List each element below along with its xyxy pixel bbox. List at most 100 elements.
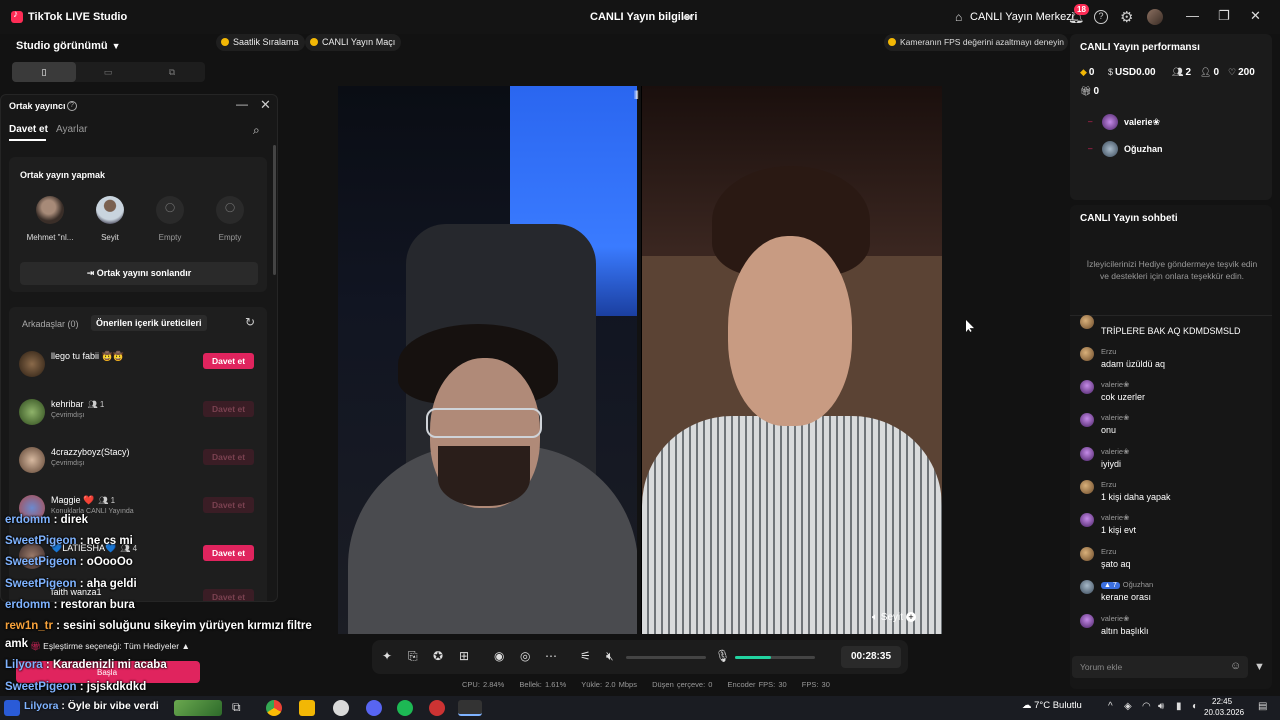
help-icon[interactable]: ? [1094, 10, 1108, 24]
layout-handle-icon[interactable]: ⦀ [634, 90, 639, 103]
microphone-icon[interactable]: 🎙︎ [715, 649, 730, 663]
comment-field: ☺ [1072, 656, 1248, 678]
home-icon[interactable]: ⌂ [955, 10, 962, 24]
video-divider [637, 86, 641, 634]
chrome-icon[interactable] [266, 700, 282, 716]
magic-wand-icon[interactable]: ✦ [382, 649, 392, 663]
wifi-icon[interactable]: ◠ [1142, 701, 1151, 712]
scene-icon[interactable]: ⊞ [459, 649, 469, 663]
widget-thumbnail[interactable] [174, 700, 222, 716]
usd-stat: $ USD0.00 [1108, 67, 1156, 78]
end-cohost-button[interactable]: ⇥ Ortak yayını sonlandır [20, 262, 258, 285]
app-icon[interactable] [429, 700, 445, 716]
cohost-title: Ortak yayıncı [9, 101, 66, 111]
likes-value: 200 [1238, 67, 1255, 78]
tab-underline [9, 139, 46, 141]
mic-level-fill [735, 656, 771, 659]
viewer-row[interactable]: – Oğuzhan [1088, 141, 1268, 159]
speaker-mute-icon[interactable]: 🔇︎ [606, 649, 614, 664]
invite-button[interactable]: Davet et [203, 401, 254, 417]
close-icon[interactable]: ✕ [1250, 8, 1261, 24]
dropped-stat: Düşen çerçeve: 0 [652, 680, 713, 689]
portrait-icon[interactable]: ▯ [12, 62, 76, 82]
usd-value: USD0.00 [1115, 67, 1156, 78]
chat-user: Lilyora [5, 659, 43, 671]
tab-suggested[interactable]: Önerilen içerik üreticileri [91, 315, 207, 331]
guest-speaker-tag[interactable]: 🔈︎ Seyit + [872, 612, 917, 623]
tiktok-studio-icon[interactable] [458, 700, 482, 716]
volume-slider[interactable] [626, 656, 706, 659]
landscape-icon[interactable]: ▭ [76, 62, 140, 82]
hourly-ranking-pill[interactable]: Saatlik Sıralama [216, 34, 305, 51]
invite-button[interactable]: Davet et [203, 545, 254, 561]
share-icon[interactable]: ➦ [683, 10, 693, 24]
studio-view-dropdown[interactable]: Studio görünümü ▼ [16, 40, 121, 52]
live-match-label: CANLI Yayın Maçı [322, 37, 396, 47]
chat-username: Erzu [1101, 347, 1117, 356]
guest-slot[interactable]: Empty [140, 196, 200, 242]
battery-icon[interactable]: ▮ [1176, 701, 1182, 712]
task-view-icon[interactable]: ⧉ [232, 700, 248, 716]
minimize-icon[interactable]: — [1186, 8, 1199, 23]
emoji-icon[interactable]: ☺ [1230, 660, 1241, 672]
spotify-icon[interactable] [397, 700, 413, 716]
app-icon[interactable] [333, 700, 349, 716]
studio-view-label: Studio görünümü [16, 40, 108, 52]
folder-icon[interactable] [299, 700, 315, 716]
live-center-link[interactable]: CANLI Yayın Merkezi [970, 11, 1074, 23]
viewer-name: Oğuzhan [1124, 144, 1163, 154]
chevron-up-icon[interactable]: ^ [1108, 701, 1113, 712]
notification-icon[interactable]: ▤ [1258, 701, 1267, 712]
minimize-icon[interactable]: — [236, 97, 248, 111]
viewer-row[interactable]: – valerie❀ [1088, 114, 1268, 132]
guest-count: 👥︎ 1 [98, 496, 116, 505]
live-info-title[interactable]: CANLI Yayın bilgileri [590, 11, 697, 23]
cloud-icon: ☁ [1022, 700, 1035, 711]
tab-settings[interactable]: Ayarlar [56, 124, 88, 135]
avatar [1080, 614, 1094, 628]
gear-icon[interactable]: ⚙ [1120, 8, 1133, 26]
guest-slot[interactable]: Mehmet "nl... [20, 196, 80, 242]
taskbar: Lilyora : Öyle bir vibe verdi ⧉ ☁ 7°C Bu… [0, 696, 1280, 720]
invite-button[interactable]: Davet et [203, 589, 254, 601]
scrollbar[interactable] [273, 145, 276, 275]
discord-icon[interactable] [366, 700, 382, 716]
avatar [1080, 480, 1094, 494]
camera-switch-icon[interactable]: ◎ [520, 649, 530, 663]
live-match-pill[interactable]: CANLI Yayın Maçı [305, 34, 402, 51]
guest-name-label: Seyit [880, 612, 904, 623]
chat-message: ▲ 7 Oğuzhan kerane orası [1078, 578, 1268, 611]
more-icon[interactable]: ⋯ [545, 649, 557, 663]
guest-slot[interactable]: Seyit [80, 196, 140, 242]
app-title: TikTok LIVE Studio [28, 11, 128, 23]
volume-icon[interactable]: 🔊︎ [1158, 701, 1164, 712]
tab-friends[interactable]: Arkadaşlar (0) [22, 319, 79, 329]
info-icon[interactable]: ? [67, 101, 77, 111]
tray-app-icon[interactable]: ◐ [1192, 701, 1198, 712]
chat-text: : aha geldi [76, 578, 137, 590]
invite-button[interactable]: Davet et [203, 449, 254, 465]
chat-message: valerie❀ cok uzerler [1078, 378, 1268, 411]
refresh-icon[interactable]: ↻ [245, 315, 255, 329]
creator-name: llego tu fabii 🤠🤠 [51, 351, 124, 361]
tab-invite[interactable]: Davet et [9, 124, 48, 135]
dual-icon[interactable]: ⧉ [140, 62, 204, 82]
record-icon[interactable]: ◉ [494, 649, 504, 663]
start-icon[interactable] [4, 700, 20, 716]
search-icon[interactable]: ⌕ [253, 123, 260, 138]
invite-button[interactable]: Davet et [203, 497, 254, 513]
sticker-icon[interactable]: ✪ [433, 649, 443, 663]
close-icon[interactable]: ✕ [260, 97, 271, 113]
maximize-icon[interactable]: ❐ [1218, 8, 1230, 24]
comment-input[interactable] [1072, 656, 1222, 678]
filter-icon[interactable]: ▼ [1254, 661, 1265, 673]
settings-sliders-icon[interactable]: ⚟ [580, 649, 591, 663]
effects-icon[interactable]: ⎘ [408, 649, 418, 664]
user-avatar[interactable] [1147, 9, 1163, 25]
avatar [1080, 580, 1094, 594]
chat-text: : Karadenizli mi acaba [42, 659, 167, 671]
network-icon[interactable]: ◈ [1124, 701, 1132, 712]
gift-filter-dropdown[interactable]: 🎁︎ Eşleştirme seçeneği: Tüm Hediyeler ▲ [30, 641, 190, 652]
invite-button[interactable]: Davet et [203, 353, 254, 369]
guest-slot[interactable]: Empty [200, 196, 260, 242]
